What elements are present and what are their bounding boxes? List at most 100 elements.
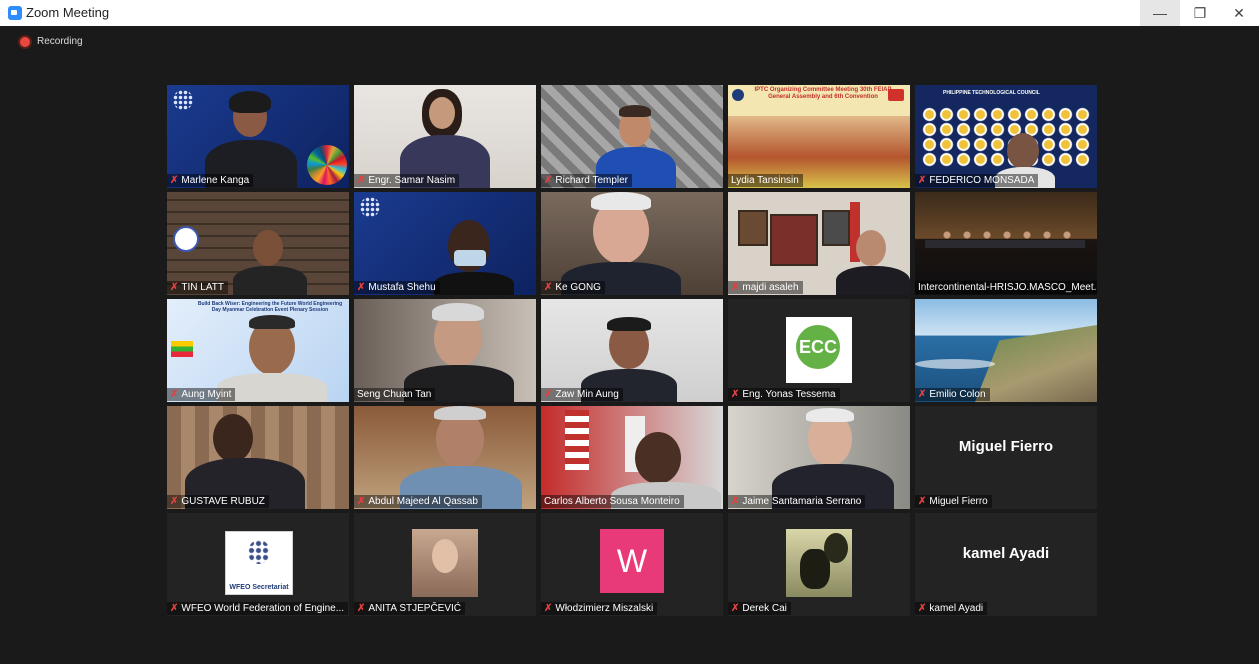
mic-muted-icon: ✗ (357, 603, 366, 614)
wall-picture (770, 214, 818, 266)
participant-name-label: ✗ Jaime Santamaria Serrano (728, 495, 866, 508)
mic-muted-icon: ✗ (918, 496, 927, 507)
participant-name-label: ✗ Engr. Samar Nasim (354, 174, 460, 187)
participant-name-label: ✗ kamel Ayadi (915, 602, 988, 615)
video-tile[interactable]: ✗ TIN LATT (167, 192, 349, 295)
participant-body (434, 272, 514, 295)
restore-button[interactable]: ❐ (1180, 0, 1220, 26)
profile-logo: WFEO Secretariat (225, 531, 293, 595)
participant-name-label: ✗ WFEO World Federation of Engine... (167, 602, 349, 615)
participant-name-label: Intercontinental-HRISJO.MASCO_Meet... (915, 281, 1097, 294)
flag (565, 410, 589, 470)
org-logo-icon (732, 89, 744, 101)
video-tile[interactable]: ✗ Engr. Samar Nasim (354, 85, 536, 188)
participant-name-label: ✗ Ke GONG (541, 281, 605, 294)
video-tile[interactable]: ✗ Emilio Colon (915, 299, 1097, 402)
video-tile[interactable]: ✗ ANITA STJEPČEVIĆ (354, 513, 536, 616)
mic-muted-icon: ✗ (357, 282, 366, 293)
mic-muted-icon: ✗ (544, 282, 553, 293)
video-tile[interactable]: ✗ Derek Cai (728, 513, 910, 616)
video-off-background (915, 513, 1097, 616)
recording-icon (20, 37, 30, 47)
participant-hair (249, 315, 295, 329)
participant-body (233, 266, 307, 295)
video-tile[interactable]: W ✗ Włodzimierz Miszalski (541, 513, 723, 616)
participant-name-label: ✗ Richard Templer (541, 174, 633, 187)
org-logo-icon (888, 89, 904, 101)
participant-hair (434, 406, 486, 420)
participant-display-name: kamel Ayadi (962, 545, 1050, 562)
video-tile[interactable]: PHILIPPINE TECHNOLOGICAL COUNCIL ✗ FEDERI… (915, 85, 1097, 188)
participant-name-label: Lydia Tansinsin (728, 174, 803, 187)
video-tile[interactable]: Miguel Fierro ✗ Miguel Fierro (915, 406, 1097, 509)
participant-name-label: ✗ Włodzimierz Miszalski (541, 602, 658, 615)
participant-display-name: Miguel Fierro (958, 438, 1054, 455)
mic-muted-icon: ✗ (731, 389, 740, 400)
member-logos-grid (921, 107, 1091, 167)
video-tile[interactable]: ✗ Jaime Santamaria Serrano (728, 406, 910, 509)
participant-name-label: ✗ Mustafa Shehu (354, 281, 440, 294)
participant-face (213, 414, 253, 462)
participant-name-label: ✗ Marlene Kanga (167, 174, 254, 187)
participant-name-label: ✗ TIN LATT (167, 281, 228, 294)
participant-name-label: ✗ Abdul Majeed Al Qassab (354, 495, 482, 508)
video-tile[interactable]: ✗ majdi asaleh (728, 192, 910, 295)
mic-muted-icon: ✗ (918, 175, 927, 186)
participant-hair (432, 303, 484, 321)
mic-muted-icon: ✗ (731, 496, 740, 507)
window-title: Zoom Meeting (26, 5, 110, 20)
avatar: W (600, 529, 664, 593)
participant-name-label: ✗ majdi asaleh (728, 281, 803, 294)
video-tile[interactable]: Carlos Alberto Sousa Monteiro (541, 406, 723, 509)
mic-muted-icon: ✗ (170, 603, 179, 614)
video-tile[interactable]: ✗ Zaw Min Aung (541, 299, 723, 402)
video-tile[interactable]: kamel Ayadi ✗ kamel Ayadi (915, 513, 1097, 616)
video-tile-active-speaker[interactable]: Intercontinental-HRISJO.MASCO_Meet... (915, 192, 1097, 295)
participant-name-label: ✗ GUSTAVE RUBUZ (167, 495, 269, 508)
video-tile[interactable]: IPTC Organizing Committee Meeting 30th F… (728, 85, 910, 188)
mic-muted-icon: ✗ (731, 282, 740, 293)
wall-picture (738, 210, 768, 246)
recording-label[interactable]: Recording (37, 36, 83, 47)
participant-hair (229, 91, 271, 113)
mic-muted-icon: ✗ (170, 496, 179, 507)
video-tile[interactable]: ✗ Marlene Kanga (167, 85, 349, 188)
wfeo-tree-icon (248, 540, 270, 564)
mic-muted-icon: ✗ (170, 175, 179, 186)
participant-name-label: ✗ ANITA STJEPČEVIĆ (354, 602, 466, 615)
participant-name-label: ✗ Emilio Colon (915, 388, 990, 401)
video-tile[interactable]: ✗ GUSTAVE RUBUZ (167, 406, 349, 509)
participant-face (253, 230, 283, 266)
close-button[interactable]: ✕ (1219, 0, 1259, 26)
video-tile[interactable]: WFEO Secretariat ✗ WFEO World Federation … (167, 513, 349, 616)
participant-name-label: ✗ Zaw Min Aung (541, 388, 623, 401)
video-tile[interactable]: ECC ✗ Eng. Yonas Tessema (728, 299, 910, 402)
wfeo-logo-text: WFEO Secretariat (229, 584, 289, 591)
window-titlebar: Zoom Meeting — ❐ ✕ (0, 0, 1259, 26)
participant-hair (806, 408, 854, 422)
participant-name-label: ✗ FEDERICO MONSADA (915, 174, 1039, 187)
panelists (937, 228, 1077, 242)
participant-name-label: ✗ Miguel Fierro (915, 495, 992, 508)
video-tile[interactable]: ✗ Ke GONG (541, 192, 723, 295)
wfeo-logo-icon (360, 197, 380, 217)
participant-face-front (429, 97, 455, 129)
participant-hair (607, 317, 651, 331)
mic-muted-icon: ✗ (357, 496, 366, 507)
minimize-button[interactable]: — (1140, 0, 1180, 26)
mic-muted-icon: ✗ (544, 175, 553, 186)
participant-body (836, 266, 910, 295)
video-tile[interactable]: ✗ Mustafa Shehu (354, 192, 536, 295)
participant-face (635, 432, 681, 484)
mic-muted-icon: ✗ (170, 389, 179, 400)
profile-photo (412, 529, 478, 597)
video-tile[interactable]: Seng Chuan Tan (354, 299, 536, 402)
mic-muted-icon: ✗ (357, 175, 366, 186)
eco-logo-icon: ECC (796, 325, 840, 369)
video-tile[interactable]: ✗ Abdul Majeed Al Qassab (354, 406, 536, 509)
video-tile[interactable]: ✗ Richard Templer (541, 85, 723, 188)
profile-photo (786, 529, 852, 597)
zoom-app-icon (8, 6, 22, 20)
video-tile[interactable]: Build Back Wiser: Engineering the Future… (167, 299, 349, 402)
participant-face (1007, 133, 1039, 169)
